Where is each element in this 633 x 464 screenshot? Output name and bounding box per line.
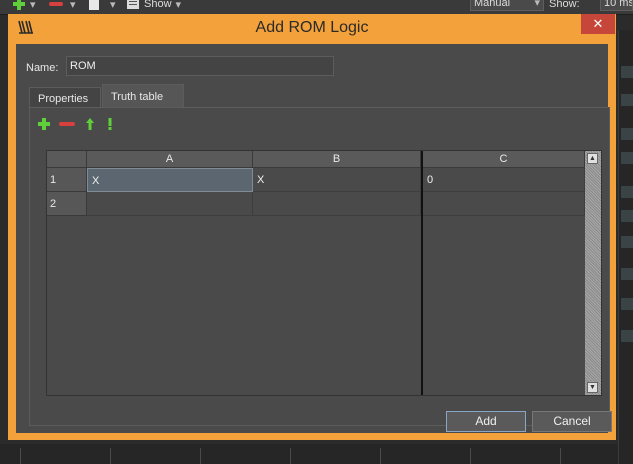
close-button[interactable]: ✕ <box>581 14 615 34</box>
vertical-scrollbar[interactable]: ▲ ▼ <box>585 151 601 395</box>
arrow-up-icon <box>86 118 94 130</box>
list-icon <box>127 0 139 9</box>
remove-row-button[interactable] <box>58 116 76 134</box>
table-cell[interactable] <box>87 192 253 216</box>
move-up-button[interactable] <box>82 116 100 134</box>
name-label: Name: <box>26 62 59 74</box>
scroll-up-icon[interactable]: ▲ <box>587 153 598 164</box>
table-cell[interactable]: X <box>253 168 421 192</box>
truth-table-panel: A B C 1 X X 0 2 ▲ ▼ <box>29 107 610 426</box>
chevron-down-icon[interactable]: ▾ <box>30 0 36 11</box>
chevron-down-icon[interactable]: ▾ <box>70 0 76 11</box>
move-down-button[interactable] <box>102 116 120 134</box>
show-label: Show <box>144 0 172 10</box>
truth-table-grid: A B C 1 X X 0 2 ▲ ▼ <box>46 150 602 396</box>
add-button[interactable]: Add <box>446 411 526 432</box>
mode-select[interactable]: Manual ▾ <box>470 0 544 11</box>
dialog-title: Add ROM Logic <box>255 19 369 36</box>
cancel-button[interactable]: Cancel <box>532 411 612 432</box>
column-header-c[interactable]: C <box>423 151 585 168</box>
table-cell[interactable]: X <box>87 168 253 192</box>
row-header[interactable]: 2 <box>47 192 87 216</box>
corner-header <box>47 151 87 168</box>
tab-truth-table[interactable]: Truth table <box>102 84 184 108</box>
show-menu[interactable]: Show ▾ <box>126 0 181 11</box>
minus-icon <box>59 122 75 126</box>
background-toolbar: ▾ ▾ ▾ Show ▾ Manual ▾ Show: 10 ms <box>0 0 633 15</box>
background-timeline <box>0 444 618 464</box>
table-cell[interactable] <box>423 192 585 216</box>
dialog-body: Name: ROM Properties Truth table A B C 1… <box>16 44 612 433</box>
show-field-label: Show: <box>549 0 580 10</box>
table-cell[interactable] <box>253 192 421 216</box>
table-cell[interactable]: 0 <box>423 168 585 192</box>
column-header-b[interactable]: B <box>253 151 421 168</box>
name-input[interactable]: ROM <box>66 56 334 76</box>
arrow-down-icon <box>108 118 112 130</box>
remove-icon[interactable] <box>48 0 64 11</box>
show-field-input[interactable]: 10 ms <box>600 0 633 11</box>
scroll-down-icon[interactable]: ▼ <box>587 382 598 393</box>
background-track-panel <box>618 30 633 464</box>
document-icon[interactable] <box>88 0 100 11</box>
row-header[interactable]: 1 <box>47 168 87 192</box>
column-divider[interactable] <box>421 151 423 395</box>
add-rom-logic-dialog: Add ROM Logic ✕ Name: ROM Properties Tru… <box>8 14 616 440</box>
chevron-down-icon[interactable]: ▾ <box>110 0 116 11</box>
tab-properties[interactable]: Properties <box>29 87 101 108</box>
dialog-titlebar[interactable]: Add ROM Logic ✕ <box>8 14 616 42</box>
plus-icon <box>38 118 50 130</box>
column-header-a[interactable]: A <box>87 151 253 168</box>
add-icon[interactable] <box>12 0 26 11</box>
add-row-button[interactable] <box>36 116 54 134</box>
chevron-down-icon: ▾ <box>534 0 540 9</box>
mode-select-value: Manual <box>474 0 511 9</box>
close-icon: ✕ <box>592 16 604 31</box>
chevron-down-icon: ▾ <box>175 0 182 11</box>
